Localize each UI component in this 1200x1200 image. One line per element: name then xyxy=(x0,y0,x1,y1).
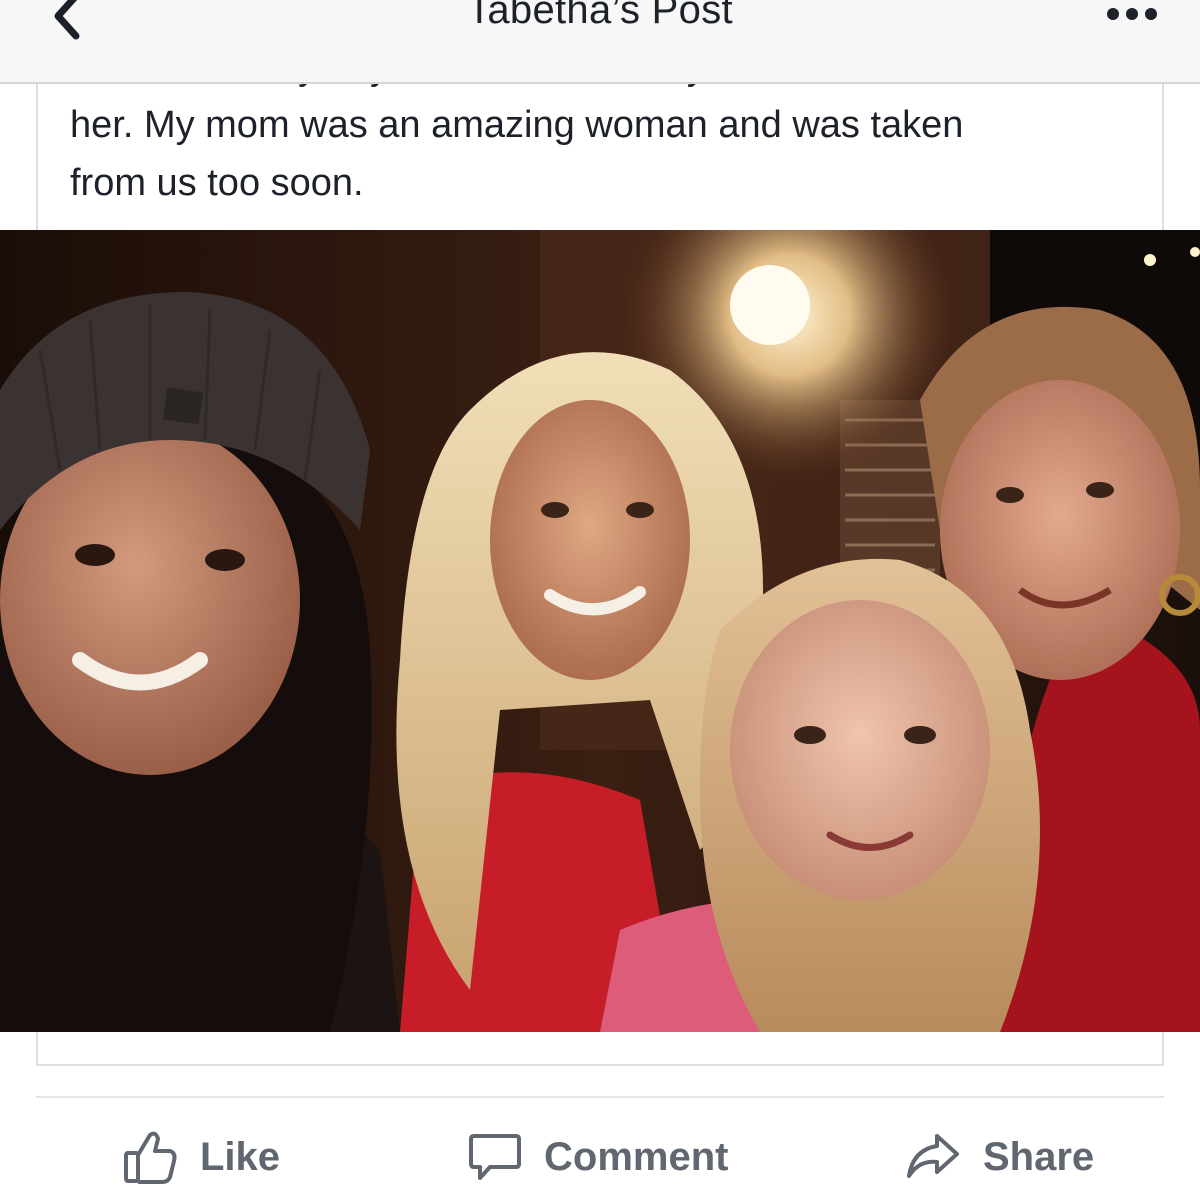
post-text-line-1: her. My mom was an amazing woman and was… xyxy=(70,104,964,146)
comment-bubble-icon xyxy=(469,1134,521,1180)
person-beanie-woman xyxy=(0,291,400,1032)
post-photo[interactable] xyxy=(0,230,1200,1032)
like-button[interactable]: Like xyxy=(122,1122,280,1192)
share-button[interactable]: Share xyxy=(905,1122,1094,1192)
post-screen: now and every day , for the rest of my l… xyxy=(0,0,1200,1200)
thumbs-up-icon xyxy=(124,1131,177,1184)
group-selfie-image xyxy=(0,230,1200,1032)
action-divider xyxy=(36,1096,1164,1098)
share-arrow-icon xyxy=(907,1134,959,1178)
more-options-button[interactable] xyxy=(1106,4,1158,24)
nav-header: Tabetha’s Post xyxy=(0,0,1200,84)
more-dots-icon xyxy=(1107,8,1157,20)
page-title: Tabetha’s Post xyxy=(467,0,733,32)
post-text-line-2: from us too soon. xyxy=(70,162,364,204)
comment-label: Comment xyxy=(544,1134,729,1179)
post-actions-bar: Like Comment Share xyxy=(0,1122,1200,1192)
comment-button[interactable]: Comment xyxy=(468,1122,728,1192)
share-label: Share xyxy=(983,1134,1095,1179)
like-label: Like xyxy=(200,1134,281,1179)
